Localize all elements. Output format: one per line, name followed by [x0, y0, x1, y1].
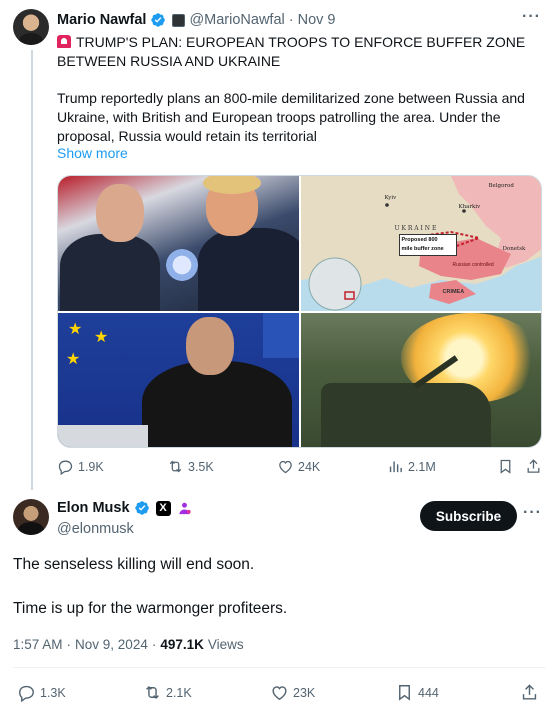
bookmark-count: 444: [418, 685, 439, 700]
reply-icon: [58, 460, 73, 475]
tweet-text-line2: Time is up for the warmonger profiteers.: [13, 600, 288, 617]
bookmark-icon: [500, 459, 511, 474]
separator-dot: ·: [288, 12, 294, 28]
siren-icon: [57, 35, 71, 48]
tweet-header: Elon Musk X: [57, 500, 192, 516]
like-button[interactable]: 23K: [270, 683, 315, 702]
tweet-action-bar: 1.3K 2.1K 23K 444: [0, 683, 559, 703]
repost-button[interactable]: 3.5K: [167, 458, 214, 475]
map-callout-line2: mile buffer zone: [401, 246, 444, 252]
reply-button[interactable]: 1.9K: [57, 458, 104, 475]
media-grid: Belgorod Kyiv Kharkiv U K R A I N E Prop…: [57, 175, 542, 448]
quoted-date[interactable]: Nov 9: [298, 12, 336, 28]
like-count: 24K: [298, 459, 321, 474]
divider: [13, 667, 546, 668]
thread-line: [31, 50, 33, 490]
figure-right: [198, 228, 299, 311]
figure-left-face: [96, 184, 144, 242]
map-label-crimea: CRIMEA: [442, 289, 465, 295]
views-button[interactable]: 2.1M: [387, 458, 436, 475]
separator-dot: ·: [66, 637, 72, 652]
quoted-action-bar: 1.9K 3.5K 24K 2.1M: [57, 458, 542, 478]
quoted-title-text: TRUMP'S PLAN: EUROPEAN TROOPS TO ENFORCE…: [57, 34, 526, 69]
map-label-kharkiv: Kharkiv: [458, 204, 481, 210]
repost-button[interactable]: 2.1K: [143, 683, 192, 702]
media-photo-putin-trump[interactable]: [58, 176, 299, 311]
quoted-header: Mario Nawfal @MarioNawfal · Nov 9: [57, 10, 335, 30]
organization-badge-icon: [172, 13, 186, 27]
affiliation-icon: [178, 502, 191, 514]
tweet-meta: 1:57 AM · Nov 9, 2024 · 497.1K Views: [13, 637, 244, 652]
separator-dot: ·: [151, 637, 157, 652]
like-count: 23K: [293, 685, 316, 700]
like-icon: [279, 460, 292, 474]
podium: [58, 424, 148, 447]
reply-count: 1.9K: [78, 459, 104, 474]
map-callout-buffer-zone: Proposed 800 mile buffer zone: [398, 234, 457, 256]
more-options-icon[interactable]: ···: [523, 504, 542, 522]
share-button[interactable]: [520, 683, 539, 702]
eu-star-icon: ★: [68, 320, 83, 338]
repost-count: 3.5K: [188, 459, 214, 474]
repost-icon: [146, 685, 159, 700]
bookmark-icon: [399, 685, 410, 701]
map-label-russian-controlled: Russian controlled: [452, 262, 494, 268]
tweet-views-count: 497.1K: [160, 637, 204, 652]
background-panel: [263, 312, 299, 358]
quoted-body: Trump reportedly plans an 800-mile demil…: [57, 90, 525, 144]
subscribe-button[interactable]: Subscribe: [420, 501, 517, 531]
show-more-link[interactable]: Show more: [57, 145, 128, 161]
reply-count: 1.3K: [40, 685, 66, 700]
tweet-author-handle[interactable]: @elonmusk: [57, 521, 134, 537]
verified-icon: [151, 13, 166, 27]
eu-star-icon: ★: [94, 328, 109, 346]
media-map-buffer-zone[interactable]: Belgorod Kyiv Kharkiv U K R A I N E Prop…: [300, 176, 541, 311]
repost-count: 2.1K: [166, 685, 192, 700]
tweet-date[interactable]: Nov 9, 2024: [75, 637, 148, 652]
map-label-ukraine: U K R A I N E: [394, 225, 437, 232]
media-photo-zelensky[interactable]: ★ ★ ★: [58, 312, 299, 447]
views-count: 2.1M: [408, 459, 436, 474]
flowers: [162, 248, 202, 282]
eu-star-icon: ★: [66, 350, 81, 368]
map-label-kyiv: Kyiv: [384, 195, 397, 201]
reply-button[interactable]: 1.3K: [17, 683, 66, 702]
repost-icon: [169, 460, 182, 473]
avatar-elon-musk[interactable]: [13, 499, 49, 535]
quoted-author-handle[interactable]: @MarioNawfal: [189, 12, 284, 28]
share-icon: [527, 459, 540, 473]
bookmark-button[interactable]: 444: [395, 683, 439, 702]
map-label-donetsk: Donetsk: [502, 246, 526, 252]
like-button[interactable]: 24K: [277, 458, 320, 475]
x-affiliate-badge-icon: X: [155, 500, 171, 516]
artillery-vehicle: [320, 382, 491, 447]
views-icon: [389, 461, 402, 473]
quoted-title: TRUMP'S PLAN: EUROPEAN TROOPS TO ENFORCE…: [57, 33, 527, 71]
reply-icon: [19, 685, 34, 702]
tweet-time[interactable]: 1:57 AM: [13, 637, 63, 652]
verified-icon: [134, 501, 149, 515]
more-options-icon[interactable]: ···: [522, 8, 541, 26]
map-callout-line1: Proposed 800: [401, 237, 438, 243]
media-photo-artillery[interactable]: [300, 312, 541, 447]
share-icon: [522, 684, 537, 700]
avatar-mario-nawfal[interactable]: [13, 9, 49, 45]
map-label-belgorod: Belgorod: [488, 183, 514, 189]
like-icon: [272, 686, 287, 701]
figure-speaker-face: [186, 316, 234, 375]
tweet-views-label: Views: [207, 637, 244, 652]
share-button[interactable]: [525, 458, 542, 475]
bookmark-button[interactable]: [497, 458, 514, 475]
figure-left: [60, 234, 160, 311]
tweet-author-name[interactable]: Elon Musk: [57, 500, 130, 516]
tweet-text-line1: The senseless killing will end soon.: [13, 556, 255, 573]
quoted-author-name[interactable]: Mario Nawfal: [57, 12, 146, 28]
